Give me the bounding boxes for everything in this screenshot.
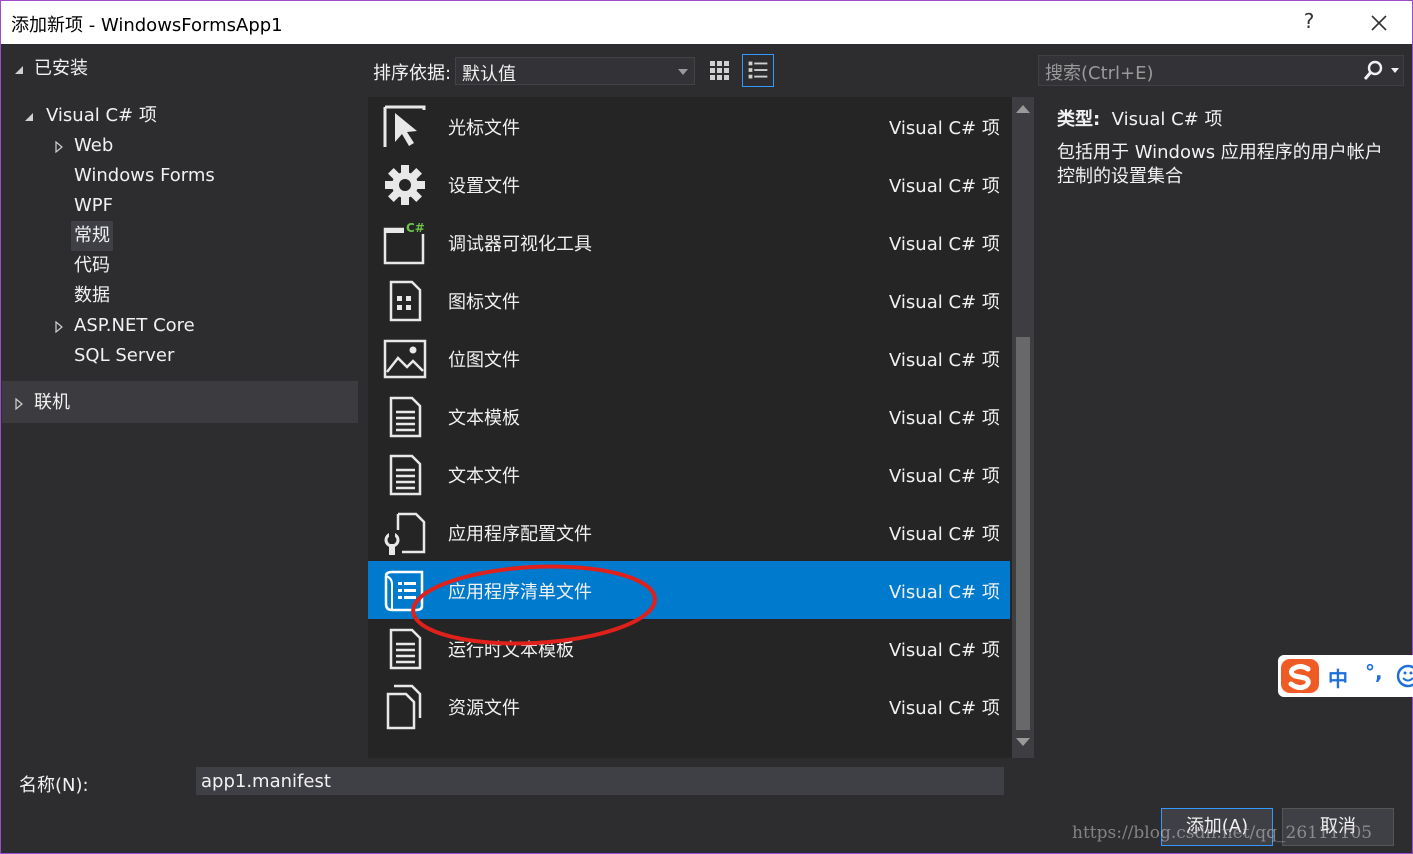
tree-label: 已安装 <box>34 58 88 79</box>
item-type: Visual C# 项 <box>889 176 1000 197</box>
item-name: 光标文件 <box>448 118 520 139</box>
list-item[interactable]: 文本模板 Visual C# 项 <box>368 387 1010 445</box>
ime-punct-label[interactable]: °, <box>1365 660 1383 684</box>
item-type: Visual C# 项 <box>889 408 1000 429</box>
tree-label: 联机 <box>34 392 70 413</box>
type-value: Visual C# 项 <box>1111 109 1223 130</box>
text-template-icon <box>389 396 422 438</box>
gear-icon <box>385 165 425 205</box>
tree-label: 代码 <box>74 255 110 276</box>
item-name: 资源文件 <box>448 698 520 719</box>
watermark: https://blog.csdn.net/qq_26111105 <box>1072 823 1373 843</box>
sort-label: 排序依据: <box>373 63 452 84</box>
expanded-arrow-icon <box>15 66 23 74</box>
item-type: Visual C# 项 <box>889 350 1000 371</box>
item-type: Visual C# 项 <box>889 698 1000 719</box>
type-key: 类型: <box>1057 109 1101 130</box>
sort-value: 默认值 <box>462 64 516 85</box>
list-item[interactable]: 设置文件 Visual C# 项 <box>368 155 1010 213</box>
item-type: Visual C# 项 <box>889 292 1000 313</box>
svg-text:C#: C# <box>406 221 425 235</box>
tree-label: WPF <box>74 195 114 216</box>
tree-label: Windows Forms <box>74 165 215 186</box>
item-type: Visual C# 项 <box>889 524 1000 545</box>
window-title: 添加新项 - WindowsFormsApp1 <box>11 15 283 36</box>
search-input[interactable]: 搜索(Ctrl+E) <box>1045 59 1154 85</box>
tree-label: SQL Server <box>74 345 175 366</box>
scroll-down-icon[interactable] <box>1016 738 1030 746</box>
tree-label: ASP.NET Core <box>74 315 195 336</box>
expanded-arrow-icon <box>25 113 33 121</box>
name-field-label: 名称(N): <box>19 775 89 796</box>
debugger-visualizer-icon: C# <box>383 220 428 265</box>
name-field[interactable] <box>196 767 1004 795</box>
item-name: 文本文件 <box>448 466 520 487</box>
text-file-icon <box>389 454 422 496</box>
list-item[interactable]: 资源文件 Visual C# 项 <box>368 677 1010 735</box>
item-name: 设置文件 <box>448 176 520 197</box>
emoji-icon[interactable] <box>1395 664 1413 688</box>
list-item[interactable]: 图标文件 Visual C# 项 <box>368 271 1010 329</box>
sogou-logo-icon <box>1281 659 1319 693</box>
close-icon[interactable] <box>1365 9 1393 37</box>
sort-dropdown[interactable]: 默认值 <box>455 57 695 85</box>
grid-view-icon[interactable] <box>704 54 736 87</box>
item-type: Visual C# 项 <box>889 466 1000 487</box>
list-scrollbar[interactable] <box>1012 97 1034 758</box>
item-type: Visual C# 项 <box>889 582 1000 603</box>
title-bar: 添加新项 - WindowsFormsApp1 ? <box>1 1 1412 44</box>
list-item[interactable]: 文本文件 Visual C# 项 <box>368 445 1010 503</box>
ime-mode-label[interactable]: 中 <box>1328 663 1348 692</box>
tree-label: 常规 <box>71 221 113 251</box>
list-item[interactable]: C# 调试器可视化工具 Visual C# 项 <box>368 213 1010 271</box>
list-item[interactable]: 位图文件 Visual C# 项 <box>368 329 1010 387</box>
resource-file-icon <box>386 684 422 730</box>
icon-file-icon <box>389 280 422 322</box>
item-type: Visual C# 项 <box>889 234 1000 255</box>
help-button[interactable]: ? <box>1297 9 1321 37</box>
item-name: 图标文件 <box>448 292 520 313</box>
bitmap-icon <box>383 339 427 379</box>
chevron-down-icon <box>678 69 688 75</box>
annotation-ellipse <box>411 564 657 646</box>
tree-label: Visual C# 项 <box>46 105 157 126</box>
tree-label: Web <box>74 135 114 156</box>
ime-toolbar[interactable]: 中 °, <box>1278 655 1413 697</box>
tree-label: 数据 <box>74 285 110 306</box>
item-type: Visual C# 项 <box>889 118 1000 139</box>
list-item[interactable]: 光标文件 Visual C# 项 <box>368 97 1010 155</box>
item-name: 应用程序配置文件 <box>448 524 592 545</box>
scroll-up-icon[interactable] <box>1016 105 1030 113</box>
search-box[interactable]: 搜索(Ctrl+E) <box>1038 55 1404 86</box>
description-text: 包括用于 Windows 应用程序的用户帐户控制的设置集合 <box>1057 142 1383 187</box>
scroll-thumb[interactable] <box>1016 337 1030 730</box>
config-file-icon <box>384 512 426 555</box>
item-name: 文本模板 <box>448 408 520 429</box>
type-line: 类型: Visual C# 项 <box>1057 105 1223 131</box>
cursor-file-icon <box>383 105 426 147</box>
collapsed-arrow-icon <box>15 397 23 411</box>
list-view-icon[interactable] <box>742 54 774 87</box>
template-list: 光标文件 Visual C# 项 设置文件 Visual C# 项 C# 调试器… <box>368 97 1012 758</box>
search-icon[interactable] <box>1363 60 1403 82</box>
collapsed-arrow-icon <box>55 140 63 154</box>
item-name: 调试器可视化工具 <box>448 234 592 255</box>
item-name: 位图文件 <box>448 350 520 371</box>
list-item[interactable]: 应用程序配置文件 Visual C# 项 <box>368 503 1010 561</box>
collapsed-arrow-icon <box>55 320 63 334</box>
item-type: Visual C# 项 <box>889 640 1000 661</box>
